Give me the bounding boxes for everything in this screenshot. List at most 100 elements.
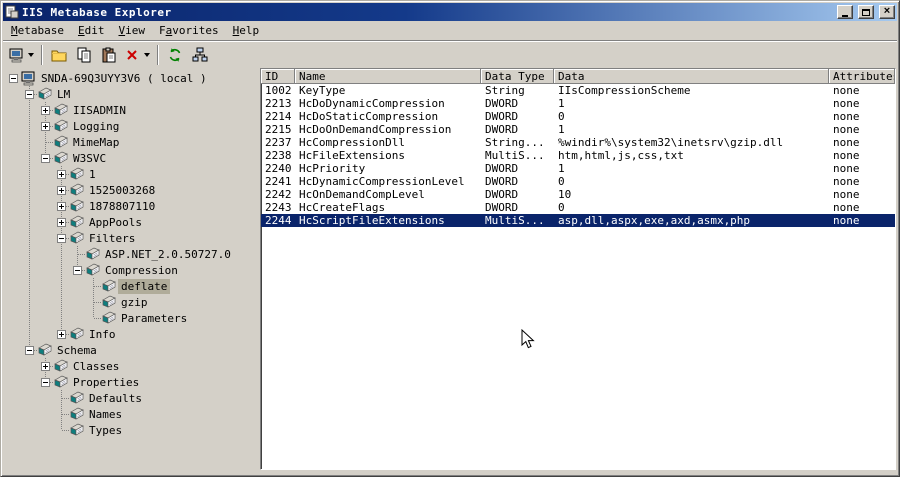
tree-indent bbox=[21, 150, 37, 166]
tree-indent bbox=[21, 294, 37, 310]
menu-view[interactable]: View bbox=[111, 22, 152, 40]
list-row-2242[interactable]: 2242 HcOnDemandCompLevel DWORD 10 none bbox=[261, 188, 895, 201]
menu-edit[interactable]: Edit bbox=[71, 22, 112, 40]
close-button[interactable]: × bbox=[879, 5, 895, 19]
tree-item-info[interactable]: Info bbox=[5, 326, 257, 342]
tree-label: W3SVC bbox=[73, 151, 107, 165]
tree-item-logging[interactable]: Logging bbox=[5, 118, 257, 134]
refresh-button[interactable] bbox=[163, 44, 187, 66]
column-header-data-type[interactable]: Data Type bbox=[481, 69, 554, 84]
collapse-box-icon[interactable] bbox=[73, 266, 82, 275]
expand-box-icon[interactable] bbox=[57, 186, 66, 195]
column-header-attributes[interactable]: Attributes bbox=[829, 69, 895, 84]
collapse-box-icon[interactable] bbox=[41, 154, 50, 163]
collapse-box-icon[interactable] bbox=[41, 378, 50, 387]
maximize-button[interactable] bbox=[858, 5, 874, 19]
tree-item-deflate[interactable]: deflate bbox=[5, 278, 257, 294]
tree-item-properties[interactable]: Properties bbox=[5, 374, 257, 390]
new-key-button[interactable] bbox=[47, 44, 71, 66]
cell-data: 1 bbox=[558, 97, 565, 110]
tree-item-iisadmin[interactable]: IISADMIN bbox=[5, 102, 257, 118]
list-row-2213[interactable]: 2213 HcDoDynamicCompression DWORD 1 none bbox=[261, 97, 895, 110]
tree-item-1525003268[interactable]: 1525003268 bbox=[5, 182, 257, 198]
tree-item-compression[interactable]: Compression bbox=[5, 262, 257, 278]
tree-label: Names bbox=[89, 407, 123, 421]
column-header-data[interactable]: Data bbox=[554, 69, 829, 84]
tree-item-lm[interactable]: LM bbox=[5, 86, 257, 102]
cell-data: 0 bbox=[558, 110, 565, 123]
list-row-1002[interactable]: 1002 KeyType String IIsCompressionScheme non… bbox=[261, 84, 895, 97]
menu-metabase[interactable]: Metabase bbox=[4, 22, 71, 40]
dropdown-arrow-icon[interactable] bbox=[28, 52, 34, 57]
expand-box-icon[interactable] bbox=[57, 170, 66, 179]
tree-item-filters[interactable]: Filters bbox=[5, 230, 257, 246]
cell-attributes: none bbox=[833, 162, 860, 175]
tree-item-schema[interactable]: Schema bbox=[5, 342, 257, 358]
tree-item-snda-69q3uyy3v6-local[interactable]: SNDA-69Q3UYY3V6 ( local ) bbox=[5, 70, 257, 86]
expand-box-icon[interactable] bbox=[41, 122, 50, 131]
expand-box-icon[interactable] bbox=[57, 218, 66, 227]
tree-item-types[interactable]: Types bbox=[5, 422, 257, 438]
list-row-2244[interactable]: 2244 HcScriptFileExtensions MultiS... asp,d… bbox=[261, 214, 895, 227]
tree-connector bbox=[37, 102, 53, 118]
delete-button[interactable] bbox=[122, 44, 153, 66]
list-row-2214[interactable]: 2214 HcDoStaticCompression DWORD 0 none bbox=[261, 110, 895, 123]
menu-help[interactable]: Help bbox=[226, 22, 267, 40]
dropdown-arrow-icon[interactable] bbox=[144, 52, 150, 57]
node-icon bbox=[53, 102, 70, 118]
tree-connector bbox=[5, 70, 21, 86]
cell-id: 2243 bbox=[265, 201, 292, 214]
list-row-2240[interactable]: 2240 HcPriority DWORD 1 none bbox=[261, 162, 895, 175]
tree-item-apppools[interactable]: AppPools bbox=[5, 214, 257, 230]
tree-label: MimeMap bbox=[73, 135, 120, 149]
list-row-2241[interactable]: 2241 HcDynamicCompressionLevel DWORD 0 none bbox=[261, 175, 895, 188]
tree-indent bbox=[21, 182, 37, 198]
expand-box-icon[interactable] bbox=[41, 362, 50, 371]
list-row-2237[interactable]: 2237 HcCompressionDll String... %windir%\sy… bbox=[261, 136, 895, 149]
cell-name: HcOnDemandCompLevel bbox=[299, 188, 425, 201]
tree-item-gzip[interactable]: gzip bbox=[5, 294, 257, 310]
content-area: SNDA-69Q3UYY3V6 ( local ) LM IISADMIN Loggi… bbox=[3, 68, 897, 474]
tree-item-1[interactable]: 1 bbox=[5, 166, 257, 182]
cell-name: HcPriority bbox=[299, 162, 366, 175]
view-hierarchy-button[interactable] bbox=[188, 44, 212, 66]
tree-item-mimemap[interactable]: MimeMap bbox=[5, 134, 257, 150]
node-icon bbox=[69, 326, 86, 342]
expand-box-icon[interactable] bbox=[57, 330, 66, 339]
expand-box-icon[interactable] bbox=[41, 106, 50, 115]
list-row-2215[interactable]: 2215 HcDoOnDemandCompression DWORD 1 none bbox=[261, 123, 895, 136]
tree-connector bbox=[53, 406, 69, 422]
paste-button[interactable] bbox=[97, 44, 121, 66]
tree-item-parameters[interactable]: Parameters bbox=[5, 310, 257, 326]
list-row-2243[interactable]: 2243 HcCreateFlags DWORD 0 none bbox=[261, 201, 895, 214]
tree-item-asp-net-2-0-50727-0[interactable]: ASP.NET_2.0.50727.0 bbox=[5, 246, 257, 262]
tree-indent bbox=[21, 278, 37, 294]
connect-button[interactable] bbox=[6, 44, 37, 66]
tree-item-1878807110[interactable]: 1878807110 bbox=[5, 198, 257, 214]
collapse-box-icon[interactable] bbox=[57, 234, 66, 243]
column-header-name[interactable]: Name bbox=[295, 69, 481, 84]
copy-button[interactable] bbox=[72, 44, 96, 66]
collapse-box-icon[interactable] bbox=[25, 346, 34, 355]
tree-label: SNDA-69Q3UYY3V6 ( local ) bbox=[41, 71, 207, 85]
list-row-2238[interactable]: 2238 HcFileExtensions MultiS... htm,html,js… bbox=[261, 149, 895, 162]
menu-favorites[interactable]: Favorites bbox=[152, 22, 226, 40]
collapse-box-icon[interactable] bbox=[9, 74, 18, 83]
minimize-button[interactable] bbox=[837, 5, 853, 19]
tree-item-defaults[interactable]: Defaults bbox=[5, 390, 257, 406]
collapse-box-icon[interactable] bbox=[25, 90, 34, 99]
title-bar[interactable]: IIS Metabase Explorer × bbox=[3, 3, 897, 21]
expand-box-icon[interactable] bbox=[57, 202, 66, 211]
tree-indent bbox=[21, 310, 37, 326]
column-header-id[interactable]: ID bbox=[261, 69, 295, 84]
tree-item-names[interactable]: Names bbox=[5, 406, 257, 422]
tree-item-w3svc[interactable]: W3SVC bbox=[5, 150, 257, 166]
tree-connector bbox=[37, 150, 53, 166]
tree-item-classes[interactable]: Classes bbox=[5, 358, 257, 374]
